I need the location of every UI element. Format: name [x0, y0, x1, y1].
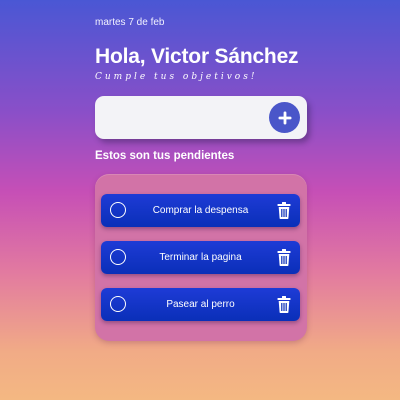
greeting-title: Hola, Victor Sánchez: [95, 45, 299, 68]
task-checkbox[interactable]: [110, 249, 126, 265]
add-task-bar: [95, 96, 307, 139]
plus-icon: [278, 111, 291, 124]
tasks-card: Comprar la despensa Terminar la pagina P…: [95, 174, 307, 341]
task-label: Pasear al perro: [166, 299, 235, 310]
task-item[interactable]: Pasear al perro: [101, 288, 300, 321]
new-task-input[interactable]: [105, 106, 265, 128]
task-item[interactable]: Comprar la despensa: [101, 194, 300, 227]
task-label: Terminar la pagina: [159, 252, 242, 263]
trash-icon[interactable]: [277, 296, 291, 313]
greeting-subtitle: Cumple tus objetivos!: [95, 72, 258, 82]
pending-section-title: Estos son tus pendientes: [95, 150, 235, 162]
trash-icon[interactable]: [277, 249, 291, 266]
add-task-button[interactable]: [269, 102, 300, 133]
task-label: Comprar la despensa: [152, 205, 249, 216]
task-checkbox[interactable]: [110, 296, 126, 312]
task-item[interactable]: Terminar la pagina: [101, 241, 300, 274]
task-checkbox[interactable]: [110, 202, 126, 218]
trash-icon[interactable]: [277, 202, 291, 219]
date-label: martes 7 de feb: [95, 17, 165, 28]
